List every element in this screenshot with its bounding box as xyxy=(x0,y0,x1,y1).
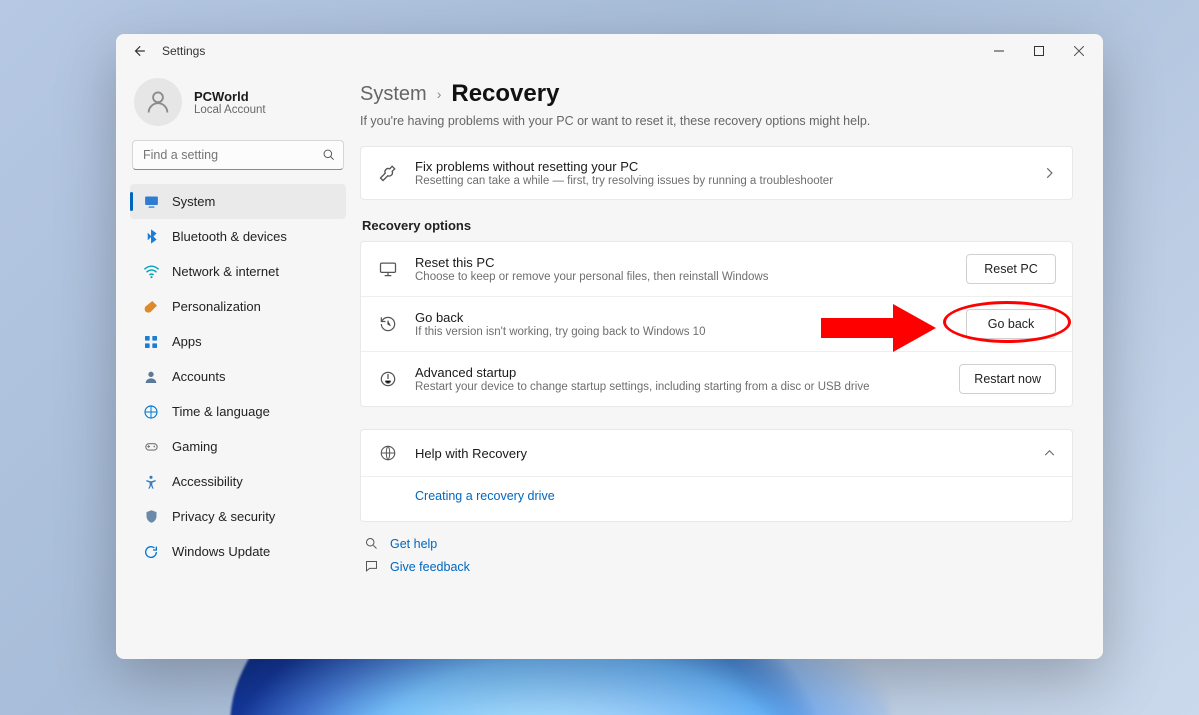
close-button[interactable] xyxy=(1059,36,1099,66)
fix-card-desc: Resetting can take a while — first, try … xyxy=(415,175,1026,187)
close-icon xyxy=(1074,46,1084,56)
settings-window: Settings PCWorld Local Account xyxy=(116,34,1103,659)
person-icon xyxy=(144,88,172,116)
sidebar-item-time-language[interactable]: Time & language xyxy=(130,394,346,429)
profile-block[interactable]: PCWorld Local Account xyxy=(130,68,346,140)
sidebar-item-label: Privacy & security xyxy=(172,509,275,524)
breadcrumb: System › Recovery xyxy=(360,80,1073,108)
accounts-icon xyxy=(142,368,160,386)
gear-power-icon xyxy=(377,369,399,389)
footer-links: Get help Give feedback xyxy=(362,536,1073,574)
sidebar-item-label: Gaming xyxy=(172,439,218,454)
sidebar-item-windows-update[interactable]: Windows Update xyxy=(130,534,346,569)
main-content: System › Recovery If you're having probl… xyxy=(354,68,1103,659)
titlebar: Settings xyxy=(116,34,1103,68)
sidebar-item-label: Accounts xyxy=(172,369,225,384)
window-controls xyxy=(979,36,1099,66)
brush-icon xyxy=(142,298,160,316)
fix-card-title: Fix problems without resetting your PC xyxy=(415,159,1026,174)
search-icon xyxy=(322,148,336,162)
sidebar-item-privacy[interactable]: Privacy & security xyxy=(130,499,346,534)
history-icon xyxy=(377,314,399,334)
update-icon xyxy=(142,543,160,561)
accessibility-icon xyxy=(142,473,160,491)
minimize-icon xyxy=(994,46,1004,56)
feedback-icon xyxy=(362,559,380,574)
maximize-icon xyxy=(1034,46,1044,56)
option-title: Reset this PC xyxy=(415,255,950,270)
wifi-icon xyxy=(142,263,160,281)
sidebar-item-personalization[interactable]: Personalization xyxy=(130,289,346,324)
chevron-up-icon xyxy=(1043,447,1056,460)
option-desc: Restart your device to change startup se… xyxy=(415,381,943,393)
sidebar-item-label: Windows Update xyxy=(172,544,270,559)
apps-icon xyxy=(142,333,160,351)
help-search-icon xyxy=(362,536,380,551)
sidebar-item-bluetooth[interactable]: Bluetooth & devices xyxy=(130,219,346,254)
breadcrumb-parent[interactable]: System xyxy=(360,83,427,106)
recovery-options-list: Reset this PC Choose to keep or remove y… xyxy=(360,241,1073,407)
reset-pc-icon xyxy=(377,259,399,279)
sidebar-item-label: Network & internet xyxy=(172,264,279,279)
fix-problems-card[interactable]: Fix problems without resetting your PC R… xyxy=(360,146,1073,200)
system-icon xyxy=(142,193,160,211)
profile-subtitle: Local Account xyxy=(194,104,266,116)
sidebar-item-accounts[interactable]: Accounts xyxy=(130,359,346,394)
wrench-icon xyxy=(377,163,399,183)
sidebar-item-label: Time & language xyxy=(172,404,270,419)
sidebar: PCWorld Local Account System Bluetooth &… xyxy=(116,68,354,659)
sidebar-item-apps[interactable]: Apps xyxy=(130,324,346,359)
window-title: Settings xyxy=(162,44,205,58)
option-title: Go back xyxy=(415,310,950,325)
nav: System Bluetooth & devices Network & int… xyxy=(130,184,346,569)
chevron-right-icon: › xyxy=(437,86,442,102)
sidebar-item-network[interactable]: Network & internet xyxy=(130,254,346,289)
option-desc: Choose to keep or remove your personal f… xyxy=(415,271,950,283)
page-title: Recovery xyxy=(451,80,559,108)
option-go-back: Go back If this version isn't working, t… xyxy=(361,297,1072,352)
sidebar-item-label: Personalization xyxy=(172,299,261,314)
help-card: Help with Recovery Creating a recovery d… xyxy=(360,429,1073,522)
globe-icon xyxy=(377,444,399,462)
gaming-icon xyxy=(142,438,160,456)
recovery-options-label: Recovery options xyxy=(362,218,1073,233)
option-desc: If this version isn't working, try going… xyxy=(415,326,950,338)
back-button[interactable] xyxy=(126,38,152,64)
get-help-label: Get help xyxy=(390,537,437,551)
search-input[interactable] xyxy=(132,140,344,170)
give-feedback-link[interactable]: Give feedback xyxy=(362,559,1073,574)
search-container xyxy=(132,140,344,170)
go-back-button[interactable]: Go back xyxy=(966,309,1056,339)
shield-icon xyxy=(142,508,160,526)
reset-pc-button[interactable]: Reset PC xyxy=(966,254,1056,284)
give-feedback-label: Give feedback xyxy=(390,560,470,574)
restart-now-button[interactable]: Restart now xyxy=(959,364,1056,394)
sidebar-item-gaming[interactable]: Gaming xyxy=(130,429,346,464)
option-reset-pc: Reset this PC Choose to keep or remove y… xyxy=(361,242,1072,297)
option-title: Advanced startup xyxy=(415,365,943,380)
sidebar-item-label: System xyxy=(172,194,215,209)
bluetooth-icon xyxy=(142,228,160,246)
avatar xyxy=(134,78,182,126)
sidebar-item-label: Bluetooth & devices xyxy=(172,229,287,244)
help-title: Help with Recovery xyxy=(415,446,527,461)
profile-name: PCWorld xyxy=(194,89,266,104)
sidebar-item-label: Accessibility xyxy=(172,474,243,489)
sidebar-item-label: Apps xyxy=(172,334,202,349)
maximize-button[interactable] xyxy=(1019,36,1059,66)
option-advanced-startup: Advanced startup Restart your device to … xyxy=(361,352,1072,406)
chevron-right-icon xyxy=(1042,166,1056,180)
sidebar-item-accessibility[interactable]: Accessibility xyxy=(130,464,346,499)
globe-clock-icon xyxy=(142,403,160,421)
get-help-link[interactable]: Get help xyxy=(362,536,1073,551)
help-links: Creating a recovery drive xyxy=(361,476,1072,521)
help-link-recovery-drive[interactable]: Creating a recovery drive xyxy=(415,489,555,503)
arrow-left-icon xyxy=(132,44,146,58)
sidebar-item-system[interactable]: System xyxy=(130,184,346,219)
help-header[interactable]: Help with Recovery xyxy=(361,430,1072,476)
page-subtitle: If you're having problems with your PC o… xyxy=(360,114,1073,128)
minimize-button[interactable] xyxy=(979,36,1019,66)
